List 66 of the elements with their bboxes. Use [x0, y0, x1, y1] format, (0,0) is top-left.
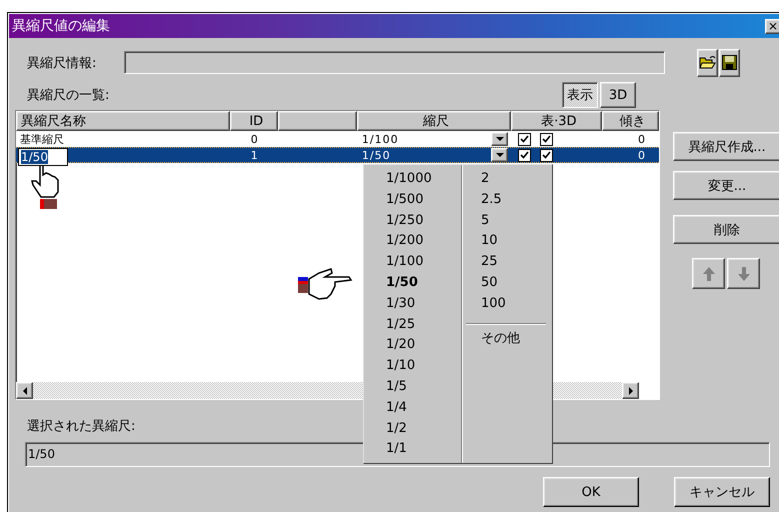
down-arrow-icon: [736, 266, 750, 282]
dropdown-option[interactable]: 1/30: [364, 294, 461, 315]
down-arrow-icon: [496, 137, 504, 141]
dropdown-option[interactable]: 1/25: [364, 314, 461, 336]
table-cell-text: 基準縮尺: [19, 132, 65, 146]
dropdown-option[interactable]: 1/2: [364, 418, 461, 440]
dropdown-option[interactable]: 1/1000: [364, 169, 461, 190]
dropdown-option[interactable]: 100: [462, 294, 552, 315]
selected-scale-label: 選択された異縮尺:: [26, 418, 136, 435]
dropdown-option[interactable]: 5: [462, 210, 552, 232]
dropdown-button[interactable]: [491, 148, 508, 162]
checkbox[interactable]: [540, 148, 554, 162]
dropdown-option[interactable]: 1/50: [364, 272, 461, 294]
column-header[interactable]: 傾き: [602, 111, 659, 131]
dropdown-option[interactable]: 1/500: [364, 190, 461, 211]
dropdown-option[interactable]: 2.5: [462, 190, 552, 211]
dropdown-option[interactable]: 1/200: [364, 231, 461, 252]
scroll-right-button[interactable]: [622, 382, 639, 399]
column-header[interactable]: [278, 111, 357, 131]
view-toggle[interactable]: 3D: [600, 82, 636, 108]
table-cell-text: 0: [637, 132, 646, 146]
table-cell-text: 1: [250, 148, 259, 162]
dropdown-option[interactable]: 1/1: [364, 439, 461, 460]
open-folder-icon: [699, 55, 716, 70]
column-header[interactable]: 縮尺: [356, 111, 512, 131]
column-header[interactable]: 表·3D: [511, 111, 602, 131]
open-button[interactable]: [697, 48, 718, 76]
left-arrow-icon: [22, 386, 28, 394]
dropdown-option[interactable]: 1/10: [364, 356, 461, 377]
dropdown-option[interactable]: 10: [462, 231, 552, 252]
side-button[interactable]: 削除: [673, 215, 779, 244]
dropdown-option[interactable]: 1/5: [364, 376, 461, 398]
dropdown-option[interactable]: 1/4: [364, 398, 461, 419]
window-title: 異縮尺値の編集: [11, 17, 110, 35]
name-edit-field[interactable]: 1/50: [18, 148, 68, 166]
list-label: 異縮尺の一覧:: [26, 87, 110, 104]
dropdown-option[interactable]: その他: [462, 328, 552, 350]
dropdown-option[interactable]: 1/250: [364, 210, 461, 232]
dialog-button[interactable]: OK: [543, 477, 639, 507]
view-toggle[interactable]: 表示: [562, 82, 598, 108]
side-button[interactable]: 変更...: [673, 171, 779, 200]
dropdown-button[interactable]: [491, 132, 508, 146]
right-arrow-icon: [628, 386, 634, 394]
dropdown-option[interactable]: 1/20: [364, 335, 461, 356]
up-arrow-icon: [702, 266, 716, 282]
info-field[interactable]: [124, 51, 665, 74]
column-header[interactable]: 異縮尺名称: [16, 111, 230, 131]
dropdown-option[interactable]: 1/100: [364, 252, 461, 273]
checkbox[interactable]: [540, 132, 554, 146]
checkbox[interactable]: [518, 148, 532, 162]
dropdown-option[interactable]: 25: [462, 252, 552, 273]
dropdown-option[interactable]: 2: [462, 169, 552, 190]
info-label: 異縮尺情報:: [26, 54, 98, 72]
column-header[interactable]: ID: [230, 111, 278, 131]
checkbox[interactable]: [518, 132, 532, 146]
save-button[interactable]: [719, 48, 740, 76]
side-button[interactable]: 異縮尺作成...: [673, 132, 779, 161]
dialog-button[interactable]: キャンセル: [674, 477, 770, 507]
close-button[interactable]: ×: [765, 18, 779, 34]
table-cell: 1/100: [362, 132, 399, 146]
dropdown-option[interactable]: 50: [462, 272, 552, 294]
table-cell-text: 0: [637, 148, 646, 162]
table-cell-text: 0: [250, 132, 259, 146]
down-arrow-icon: [496, 153, 504, 157]
scroll-left-button[interactable]: [16, 382, 33, 399]
table-cell: 1/50: [362, 148, 391, 162]
